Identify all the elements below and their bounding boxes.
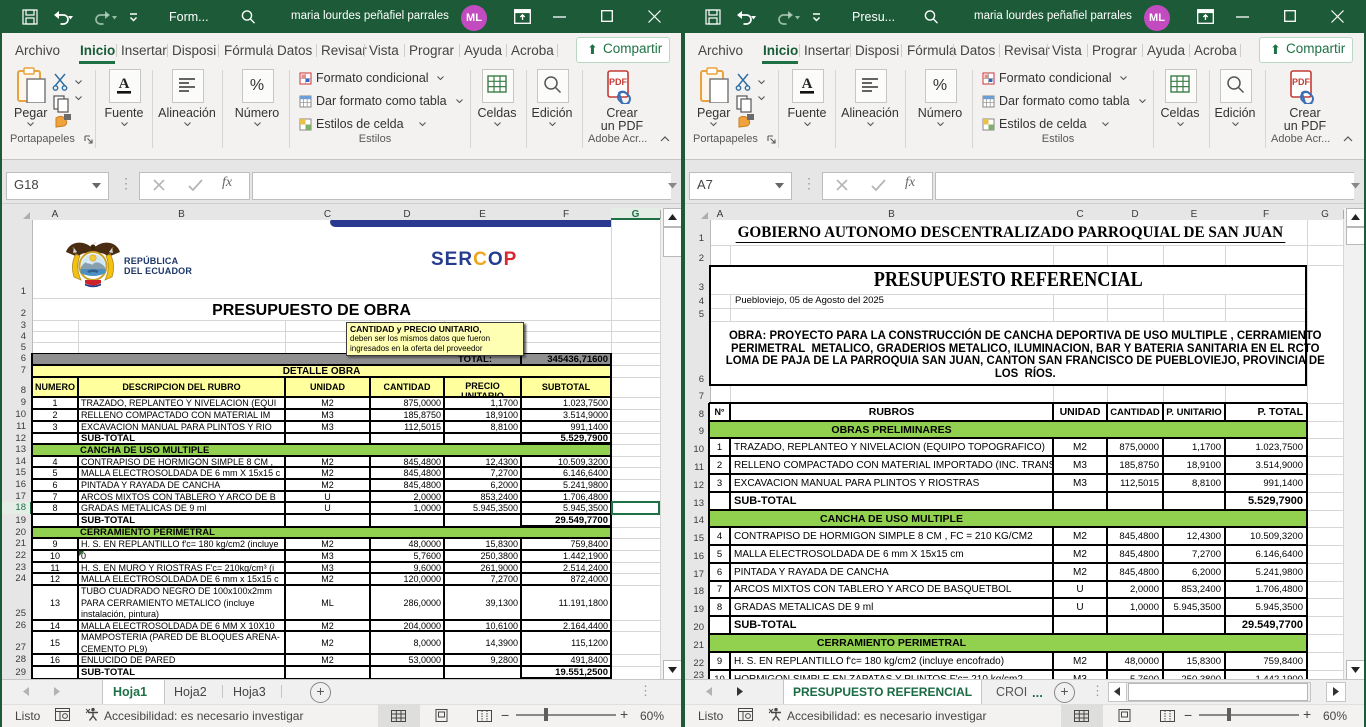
svg-text:PDF: PDF: [1292, 77, 1311, 87]
svg-text:A: A: [119, 76, 130, 92]
svg-text:A: A: [802, 76, 813, 92]
svg-text:%: %: [933, 77, 947, 94]
svg-text:PDF: PDF: [609, 77, 628, 87]
svg-text:%: %: [250, 77, 264, 94]
